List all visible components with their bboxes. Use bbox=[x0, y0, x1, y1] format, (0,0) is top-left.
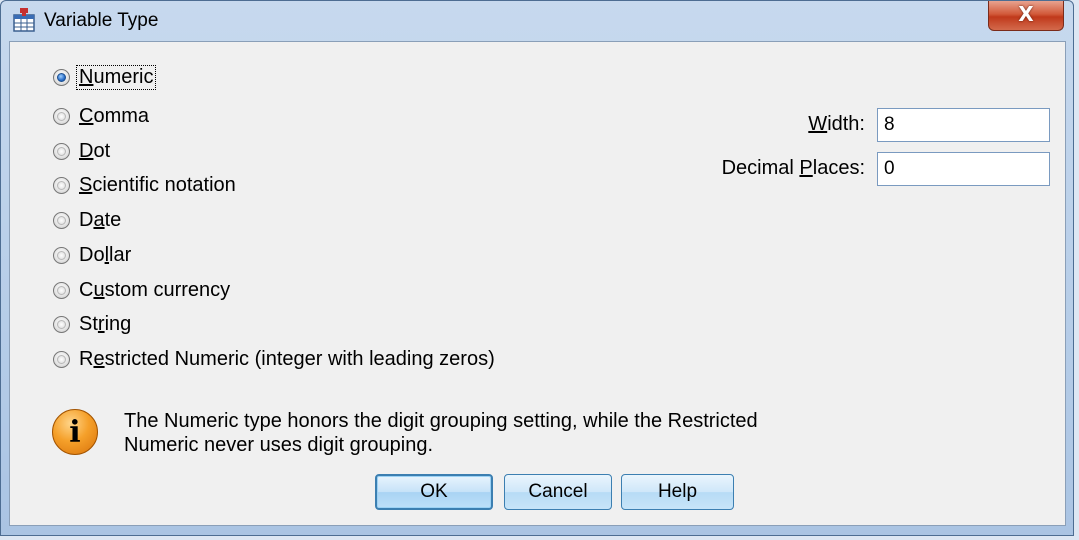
radio-custom-currency[interactable]: Custom currency bbox=[53, 276, 230, 304]
info-message-line: The Numeric type honors the digit groupi… bbox=[124, 410, 758, 432]
radio-button[interactable] bbox=[53, 176, 70, 194]
title-bar[interactable]: Variable Type X bbox=[1, 1, 1073, 41]
radio-button[interactable] bbox=[53, 211, 70, 229]
radio-button[interactable] bbox=[53, 107, 70, 125]
help-button[interactable]: Help bbox=[621, 474, 734, 510]
radio-label-dot: Dot bbox=[79, 139, 111, 162]
variable-type-dialog: Variable Type X Numeric Comma Dot Scient… bbox=[0, 0, 1074, 536]
radio-label-restricted-numeric: Restricted Numeric (integer with leading… bbox=[79, 347, 495, 370]
close-button[interactable]: X bbox=[988, 1, 1064, 31]
radio-button[interactable] bbox=[53, 142, 70, 160]
radio-button[interactable] bbox=[53, 315, 70, 333]
decimal-places-label: Decimal Places: bbox=[721, 157, 865, 179]
ok-button[interactable]: OK bbox=[375, 474, 493, 510]
radio-numeric[interactable]: Numeric bbox=[53, 63, 157, 91]
radio-label-comma: Comma bbox=[79, 104, 150, 127]
radio-scientific-notation[interactable]: Scientific notation bbox=[53, 171, 236, 199]
window-title: Variable Type bbox=[44, 10, 159, 31]
info-message: The Numeric type honors the digit groupi… bbox=[124, 409, 1024, 457]
radio-button[interactable] bbox=[53, 281, 70, 299]
info-message-line: Numeric never uses digit grouping. bbox=[124, 434, 434, 456]
radio-restricted-numeric[interactable]: Restricted Numeric (integer with leading… bbox=[53, 345, 495, 373]
radio-date[interactable]: Date bbox=[53, 206, 121, 234]
width-field[interactable] bbox=[877, 108, 1050, 142]
radio-label-string: String bbox=[79, 312, 132, 335]
radio-label-dollar: Dollar bbox=[79, 243, 132, 266]
radio-button[interactable] bbox=[53, 246, 70, 264]
radio-label-custom-currency: Custom currency bbox=[79, 278, 231, 301]
info-icon: i bbox=[52, 409, 98, 455]
cancel-button[interactable]: Cancel bbox=[504, 474, 612, 510]
radio-dollar[interactable]: Dollar bbox=[53, 241, 131, 269]
width-label: Width: bbox=[808, 113, 865, 135]
radio-button[interactable] bbox=[53, 350, 70, 368]
decimal-places-field[interactable] bbox=[877, 152, 1050, 186]
radio-dot[interactable]: Dot bbox=[53, 137, 110, 165]
variable-table-icon bbox=[13, 8, 35, 32]
radio-label-date: Date bbox=[79, 208, 122, 231]
radio-comma[interactable]: Comma bbox=[53, 102, 149, 130]
radio-label-numeric: Numeric bbox=[76, 64, 157, 90]
radio-string[interactable]: String bbox=[53, 310, 131, 338]
radio-label-scientific-notation: Scientific notation bbox=[79, 173, 236, 196]
radio-button-checked[interactable] bbox=[53, 68, 70, 86]
close-icon: X bbox=[1018, 2, 1034, 26]
